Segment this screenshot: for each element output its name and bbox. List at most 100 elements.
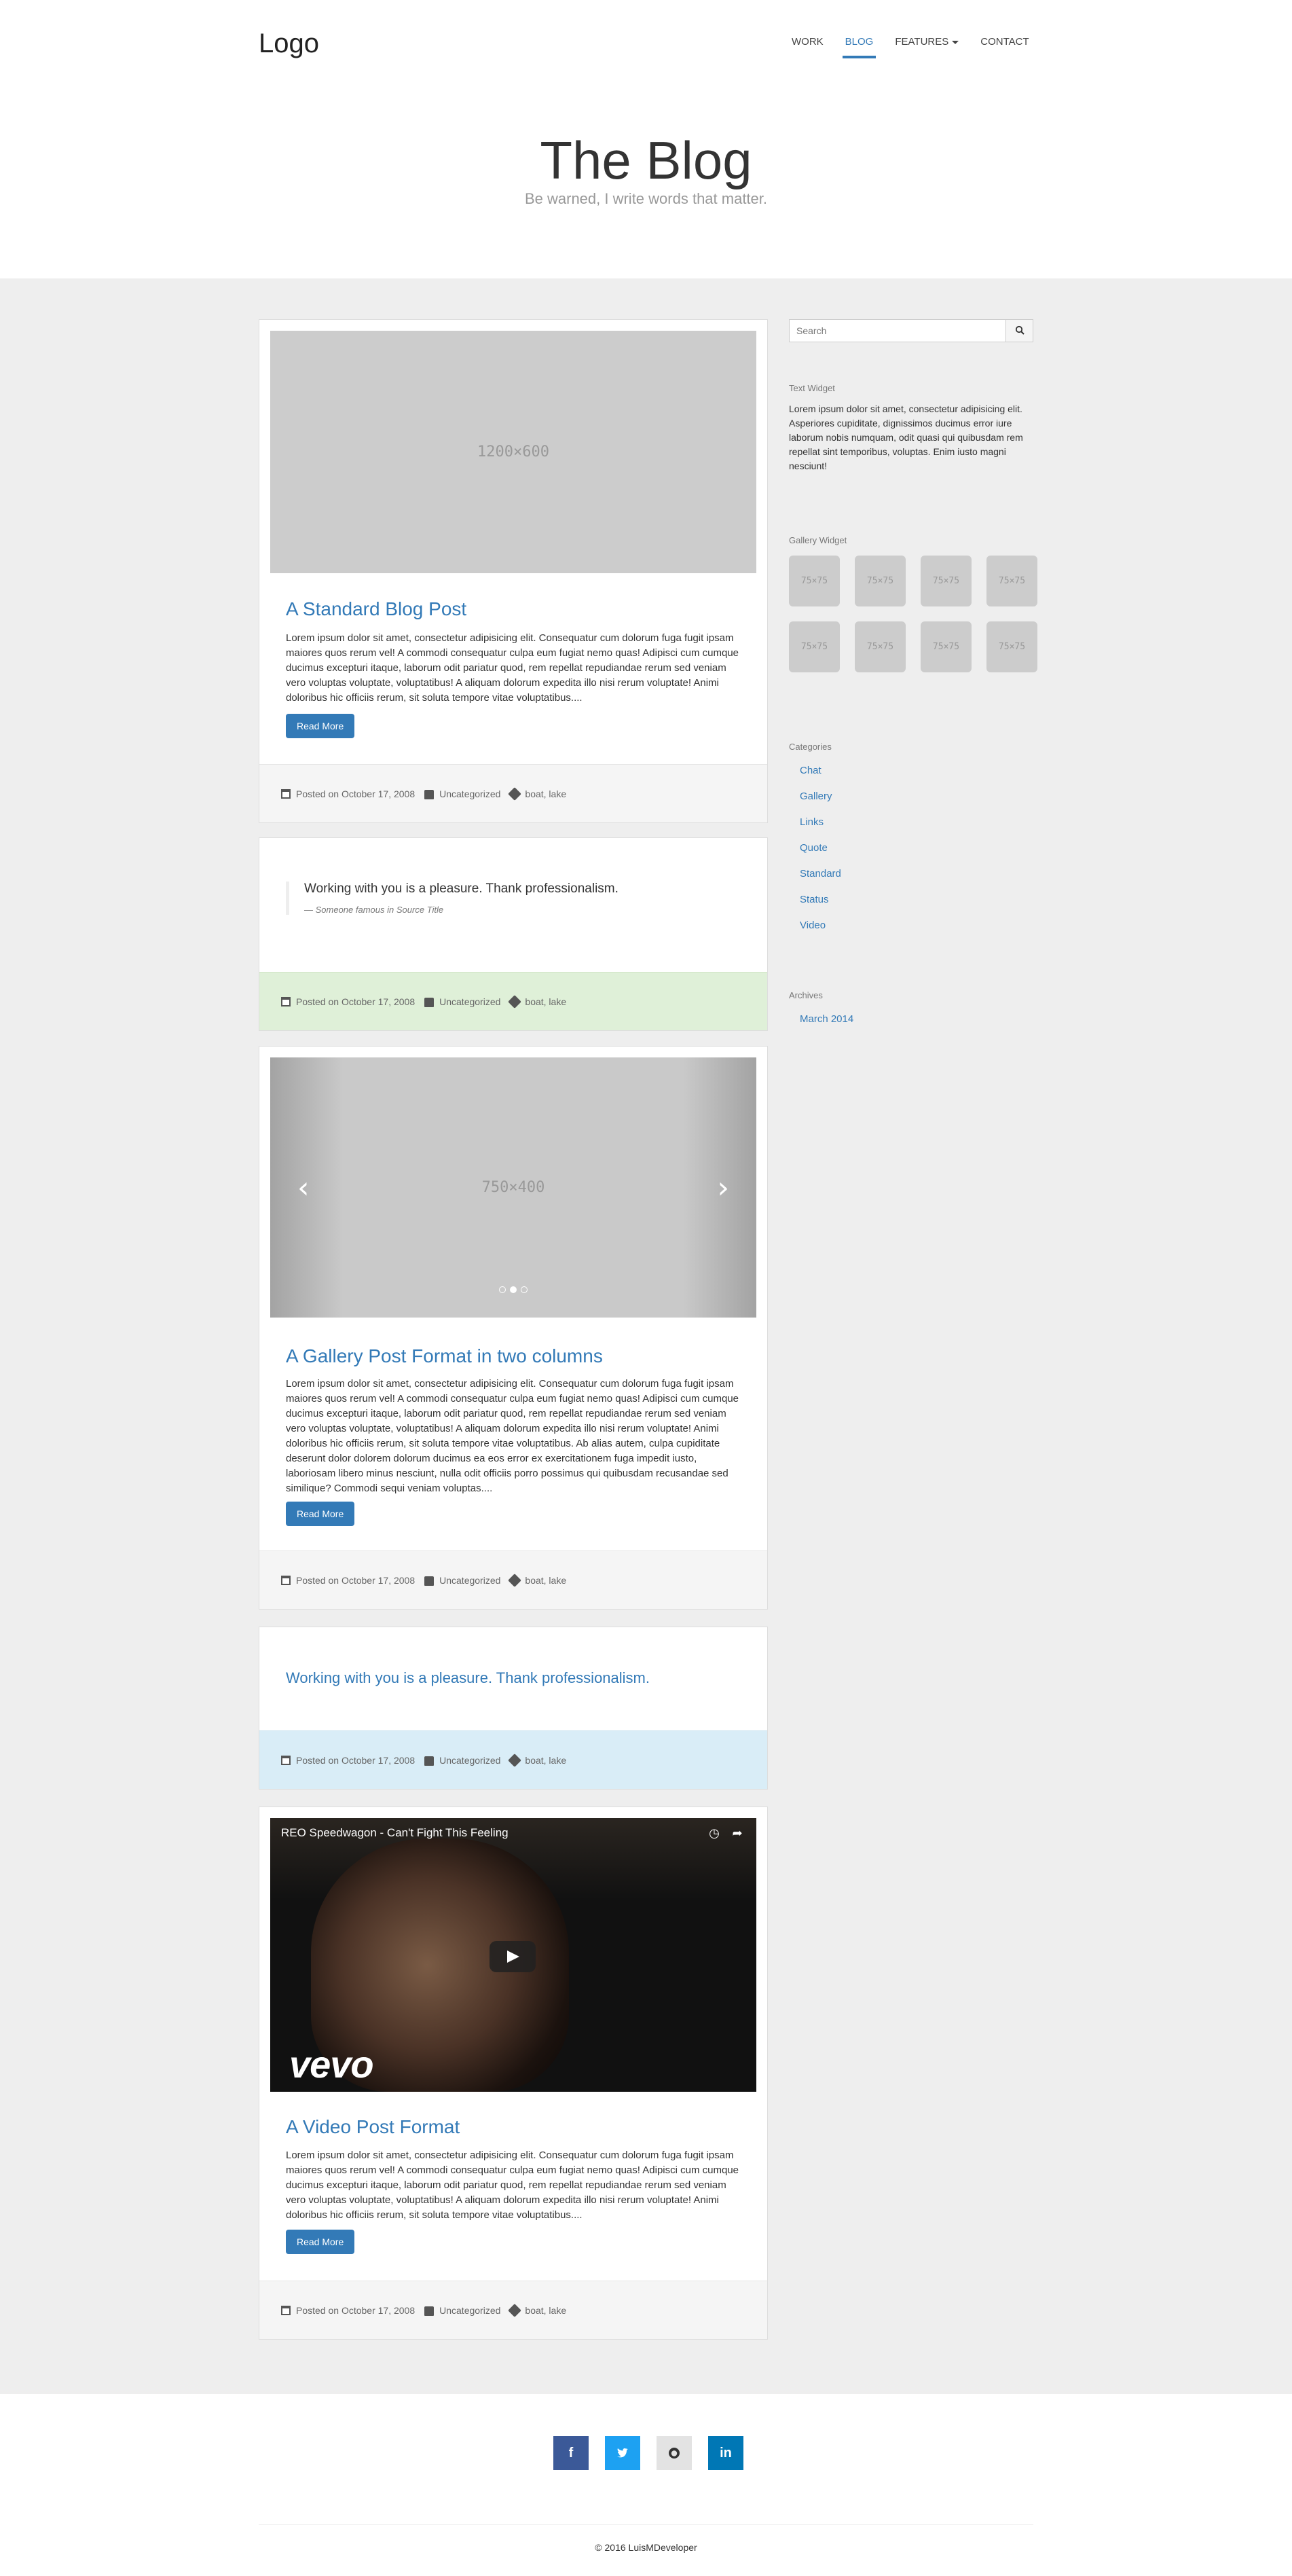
category-link[interactable]: Chat (800, 765, 841, 791)
category-link[interactable]: Standard (800, 868, 841, 894)
search-input[interactable] (789, 319, 1006, 342)
folder-icon (424, 997, 435, 1007)
copyright-text: 2016 LuisMDeveloper (604, 2542, 697, 2553)
post-date: Posted on October 17, 2008 (281, 1575, 415, 1586)
post-meta: Posted on October 17, 2008 Uncategorized… (259, 972, 767, 1030)
post-meta: Posted on October 17, 2008 Uncategorized… (259, 1550, 767, 1609)
post-tags[interactable]: boat, lake (508, 1753, 566, 1767)
nav-contact[interactable]: CONTACT (970, 35, 1039, 58)
video-controls: ◷ ➦ (707, 1826, 744, 1840)
post-date: Posted on October 17, 2008 (281, 2305, 415, 2316)
twitter-icon[interactable] (605, 2436, 640, 2470)
clock-icon[interactable]: ◷ (707, 1826, 721, 1840)
blockquote: Working with you is a pleasure. Thank pr… (286, 882, 619, 915)
category-link[interactable]: Status (800, 894, 841, 920)
page-title: The Blog (540, 130, 752, 190)
post-excerpt: Lorem ipsum dolor sit amet, consectetur … (286, 2149, 739, 2221)
post-tags-text: boat, lake (525, 788, 567, 799)
facebook-icon[interactable]: f (553, 2436, 589, 2470)
quote-text: Working with you is a pleasure. Thank pr… (304, 882, 619, 896)
calendar-icon (281, 788, 291, 799)
gallery-thumb[interactable]: 75×75 (986, 556, 1037, 606)
post-quote: Working with you is a pleasure. Thank pr… (259, 837, 768, 1031)
calendar-icon (281, 2305, 291, 2315)
post-tags-text: boat, lake (525, 996, 567, 1007)
category-link[interactable]: Quote (800, 842, 841, 868)
post-date: Posted on October 17, 2008 (281, 996, 415, 1007)
quote-source: — Someone famous in Source Title (304, 905, 619, 915)
post-category[interactable]: Uncategorized (424, 788, 500, 799)
post-date: Posted on October 17, 2008 (281, 1755, 415, 1766)
play-icon[interactable] (490, 1941, 536, 1972)
carousel-dot[interactable] (499, 1286, 506, 1293)
logo[interactable]: Logo (259, 29, 319, 59)
search-icon (1015, 325, 1025, 335)
post-date-text: Posted on October 17, 2008 (296, 1754, 416, 1766)
github-icon[interactable] (657, 2436, 692, 2470)
chevron-left-icon[interactable]: ‹ (297, 1170, 310, 1205)
post-tags[interactable]: boat, lake (508, 2303, 567, 2317)
gallery-carousel[interactable]: 750×400 ‹ › (270, 1057, 756, 1318)
archives-list: March 2014 (800, 1013, 853, 1039)
tags-icon (508, 1573, 522, 1587)
quote-source-prefix: — Someone famous in (304, 905, 394, 915)
gallery-thumb[interactable]: 75×75 (789, 621, 840, 672)
post-category[interactable]: Uncategorized (424, 1755, 500, 1766)
share-icon[interactable]: ➦ (731, 1826, 744, 1840)
gallery-thumb[interactable]: 75×75 (855, 556, 906, 606)
post-tags-text: boat, lake (525, 1574, 567, 1586)
nav-blog[interactable]: BLOG (834, 35, 885, 58)
gallery-thumb[interactable]: 75×75 (921, 621, 972, 672)
hero: The Blog Be warned, I write words that m… (0, 81, 1292, 278)
post-date-text: Posted on October 17, 2008 (296, 1574, 416, 1586)
post-image[interactable]: 1200×600 (270, 331, 756, 573)
read-more-button[interactable]: Read More (286, 1502, 355, 1526)
archives-widget-title: Archives (789, 990, 823, 1000)
main-nav: WORK BLOG FEATURES CONTACT (781, 35, 1040, 58)
search-button[interactable] (1006, 319, 1033, 342)
post-category[interactable]: Uncategorized (424, 996, 500, 1007)
gallery-thumb[interactable]: 75×75 (921, 556, 972, 606)
carousel-indicators (499, 1286, 528, 1293)
post-category-text: Uncategorized (439, 788, 501, 799)
video-player[interactable]: REO Speedwagon - Can't Fight This Feelin… (270, 1818, 756, 2092)
post-tags-text: boat, lake (525, 2304, 567, 2316)
post-date-text: Posted on October 17, 2008 (296, 788, 416, 799)
gallery-thumb[interactable]: 75×75 (789, 556, 840, 606)
archive-link[interactable]: March 2014 (800, 1013, 853, 1039)
category-link[interactable]: Video (800, 920, 841, 945)
nav-features[interactable]: FEATURES (884, 35, 970, 58)
read-more-button[interactable]: Read More (286, 2230, 355, 2254)
category-link[interactable]: Links (800, 816, 841, 842)
post-title[interactable]: A Gallery Post Format in two columns (286, 1345, 603, 1367)
video-title[interactable]: REO Speedwagon - Can't Fight This Feelin… (281, 1826, 509, 1840)
post-excerpt: Lorem ipsum dolor sit amet, consectetur … (286, 1378, 739, 1494)
text-widget-body: Lorem ipsum dolor sit amet, consectetur … (789, 403, 1023, 471)
gallery-thumb[interactable]: 75×75 (986, 621, 1037, 672)
post-category-text: Uncategorized (439, 1574, 501, 1586)
carousel-dot-active[interactable] (510, 1286, 517, 1293)
post-title[interactable]: A Video Post Format (286, 2116, 460, 2138)
caret-down-icon (952, 40, 959, 44)
post-category-text: Uncategorized (439, 1754, 501, 1766)
post-date-text: Posted on October 17, 2008 (296, 996, 416, 1007)
post-category[interactable]: Uncategorized (424, 2305, 500, 2316)
calendar-icon (281, 1575, 291, 1585)
nav-work[interactable]: WORK (781, 35, 834, 58)
navbar: Logo WORK BLOG FEATURES CONTACT (0, 0, 1292, 81)
post-category[interactable]: Uncategorized (424, 1575, 500, 1586)
gallery-widget: 75×75 75×75 75×75 75×75 75×75 75×75 75×7… (789, 556, 1047, 672)
linkedin-icon[interactable]: in (708, 2436, 743, 2470)
category-link[interactable]: Gallery (800, 791, 841, 816)
read-more-button[interactable]: Read More (286, 714, 355, 738)
post-tags[interactable]: boat, lake (508, 1573, 567, 1587)
page-subtitle: Be warned, I write words that matter. (524, 190, 768, 207)
folder-icon (424, 1576, 435, 1586)
post-title[interactable]: A Standard Blog Post (286, 598, 466, 620)
tags-icon (508, 1753, 522, 1767)
chevron-right-icon[interactable]: › (717, 1170, 729, 1205)
post-tags[interactable]: boat, lake (508, 786, 567, 801)
post-tags[interactable]: boat, lake (508, 994, 567, 1009)
carousel-dot[interactable] (521, 1286, 528, 1293)
gallery-thumb[interactable]: 75×75 (855, 621, 906, 672)
